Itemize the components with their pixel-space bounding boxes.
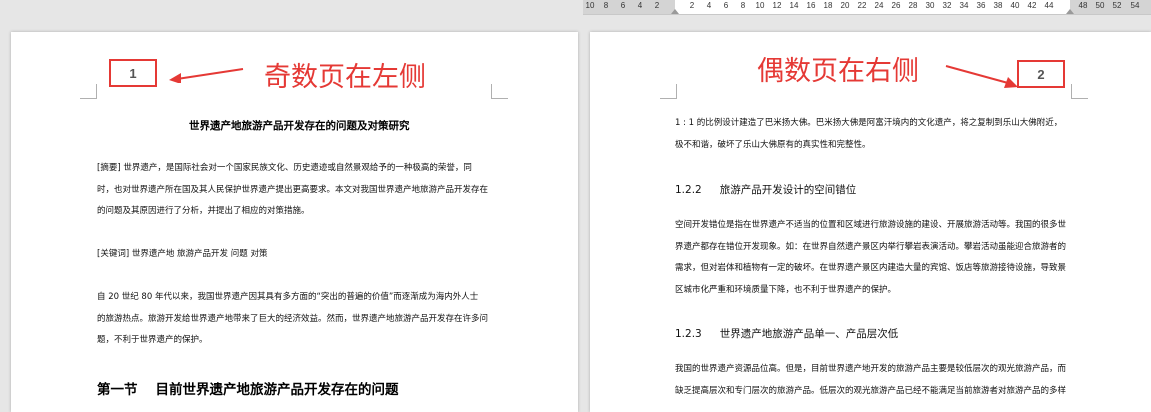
abstract-line: 的问题及其原因进行了分析，并提出了相应的对策措施。 [97, 206, 310, 216]
paragraph-1-2-3: 我国的世界遗产资源品位高。但是，目前世界遗产地开发的旅游产品主要是较低层次的观光… [675, 359, 1066, 402]
left-indent-marker[interactable] [671, 9, 679, 14]
body-line: 缺乏提高层次和专门层次的旅游产品。低层次的观光旅游产品已经不能满足当前旅游者对旅… [675, 385, 1067, 396]
ruler-tick-label: 52 [1112, 1, 1122, 10]
keywords-paragraph: [关键词] 世界遗产地 旅游产品开发 问题 对策 [97, 244, 267, 266]
ruler-tick-label: 2 [689, 1, 695, 10]
body-line: 需求，但对岩体和植物有一定的破坏。在世界遗产景区内建造大量的宾馆、饭店等旅游接待… [675, 263, 1067, 273]
subheading-1-2-2: 1.2.2 旅游产品开发设计的空间错位 [675, 182, 856, 197]
ruler-tick-label: 22 [857, 1, 867, 10]
ruler-tick-label: 6 [723, 1, 729, 10]
subheading-1-2-3: 1.2.3 世界遗产地旅游产品单一、产品层次低 [675, 326, 898, 341]
margin-corner-mark [491, 84, 508, 99]
ruler-tick-label: 36 [976, 1, 986, 10]
ruler-tick-label: 4 [706, 1, 712, 10]
ruler-tick-label: 8 [603, 1, 609, 10]
arrow-right-icon [945, 65, 1018, 88]
page-even[interactable]: 偶数页在右侧 2 1 : 1 的比例设计建造了巴米扬大佛。巴米扬大佛是阿富汗境内… [590, 32, 1151, 412]
keywords-line: [关键词] 世界遗产地 旅游产品开发 问题 对策 [97, 249, 268, 259]
section-heading: 第一节 目前世界遗产地旅游产品开发存在的问题 [97, 378, 399, 398]
ruler-tick-label: 34 [959, 1, 969, 10]
ruler-tick-label: 32 [942, 1, 952, 10]
ruler-tick-label: 10 [755, 1, 765, 10]
ruler-tick-label: 10 [585, 1, 595, 10]
body-line: 区城市化严重和环境质量下降，也不利于世界遗产的保护。 [675, 284, 897, 295]
ruler-tick-label: 18 [823, 1, 833, 10]
ruler-left-margin [583, 0, 675, 14]
right-indent-marker[interactable] [1066, 9, 1074, 14]
even-page-annotation: 偶数页在右侧 [757, 56, 919, 87]
ruler-tick-label: 26 [891, 1, 901, 10]
ruler-tick-label: 20 [840, 1, 850, 10]
section-number: 第一节 [97, 382, 138, 398]
ruler-tick-label: 2 [654, 1, 660, 10]
margin-corner-mark [80, 84, 97, 99]
abstract-paragraph: [摘要] 世界遗产，是国际社会对一个国家民族文化、历史遗迹或自然景观给予的一种极… [97, 158, 488, 223]
page-number-box: 2 [1017, 60, 1065, 88]
section-title: 目前世界遗产地旅游产品开发存在的问题 [155, 382, 399, 398]
body-line: 空间开发错位是指在世界遗产不适当的位置和区域进行旅游设施的建设、开展旅游活动等。… [675, 220, 1067, 230]
continued-paragraph: 1 : 1 的比例设计建造了巴米扬大佛。巴米扬大佛是阿富汗境内的文化遗产，将之复… [675, 113, 1062, 156]
subheading-title: 旅游产品开发设计的空间错位 [719, 184, 857, 196]
ruler-tick-label: 30 [925, 1, 935, 10]
introduction-paragraph: 自 20 世纪 80 年代以来，我国世界遗产因其具有多方面的“突出的普遍的价值”… [97, 287, 488, 352]
intro-line: 的旅游热点。旅游开发给世界遗产地带来了巨大的经济效益。然而，世界遗产地旅游产品开… [97, 313, 489, 324]
ruler-tick-label: 48 [1078, 1, 1088, 10]
intro-line: 自 20 世纪 80 年代以来，我国世界遗产因其具有多方面的“突出的普遍的价值”… [97, 292, 479, 302]
body-line: 极不和谐，破坏了乐山大佛原有的真实性和完整性。 [675, 139, 871, 150]
ruler-tick-label: 6 [620, 1, 626, 10]
ruler-tick-label: 42 [1027, 1, 1037, 10]
ruler-tick-label: 16 [806, 1, 816, 10]
abstract-line: [摘要] 世界遗产，是国际社会对一个国家民族文化、历史遗迹或自然景观给予的一种极… [97, 163, 472, 173]
intro-line: 题，不利于世界遗产的保护。 [97, 335, 208, 345]
ruler-tick-label: 12 [772, 1, 782, 10]
subheading-number: 1.2.2 [675, 184, 702, 196]
ruler-tick-label: 38 [993, 1, 1003, 10]
page-odd[interactable]: 1 奇数页在左侧 世界遗产地旅游产品开发存在的问题及对策研究 [摘要] 世界遗产… [11, 32, 578, 412]
page-number-box: 1 [109, 59, 157, 87]
margin-corner-mark [1071, 84, 1088, 99]
ruler-tick-label: 40 [1010, 1, 1020, 10]
paragraph-1-2-2: 空间开发错位是指在世界遗产不适当的位置和区域进行旅游设施的建设、开展旅游活动等。… [675, 215, 1066, 301]
ruler-tick-label: 50 [1095, 1, 1105, 10]
arrow-left-icon [169, 68, 244, 83]
ruler-tick-label: 44 [1044, 1, 1054, 10]
document-title: 世界遗产地旅游产品开发存在的问题及对策研究 [189, 120, 410, 132]
body-line: 界遗产都存在错位开发现象。如：在世界自然遗产景区内举行攀岩表演活动。攀岩活动虽能… [675, 241, 1067, 252]
ruler-tick-label: 28 [908, 1, 918, 10]
subheading-number: 1.2.3 [675, 328, 702, 340]
ruler-tick-label: 14 [789, 1, 799, 10]
subheading-title: 世界遗产地旅游产品单一、产品层次低 [719, 328, 899, 340]
ruler-tick-label: 54 [1130, 1, 1140, 10]
abstract-line: 时，也对世界遗产所在国及其人民保护世界遗产提出更高要求。本文对我国世界遗产地旅游… [97, 184, 489, 195]
body-line: 1 : 1 的比例设计建造了巴米扬大佛。巴米扬大佛是阿富汗境内的文化遗产，将之复… [675, 118, 1063, 128]
ruler-tick-label: 8 [740, 1, 746, 10]
odd-page-annotation: 奇数页在左侧 [264, 62, 426, 93]
body-line: 我国的世界遗产资源品位高。但是，目前世界遗产地开发的旅游产品主要是较低层次的观光… [675, 364, 1067, 374]
ruler-tick-label: 24 [874, 1, 884, 10]
ruler-tick-label: 4 [637, 1, 643, 10]
margin-corner-mark [660, 84, 677, 99]
horizontal-ruler[interactable]: 10 8 6 4 2 2 4 6 8 10 12 14 16 18 20 22 24 26 28 30 32 34 36 38… [0, 0, 1151, 15]
